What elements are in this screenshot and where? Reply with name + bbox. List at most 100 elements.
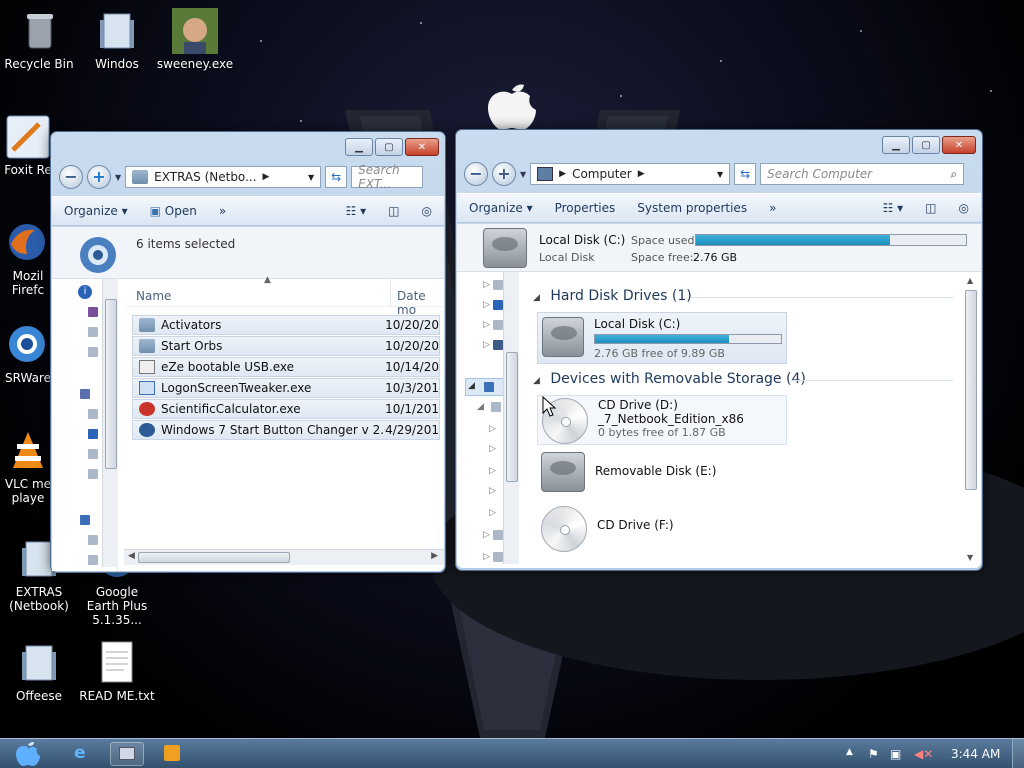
desktop-icon-readme[interactable]: READ ME.txt <box>78 640 156 703</box>
back-button[interactable]: − <box>464 162 488 186</box>
desktop-icon-firefox[interactable]: Mozil Firefc <box>0 220 56 297</box>
firefox-icon <box>5 220 51 266</box>
drive-item-d[interactable]: CD Drive (D:) _7_Netbook_Edition_x86 0 b… <box>537 395 787 445</box>
desktop-icon-foxit[interactable]: Foxit Re <box>0 114 56 177</box>
desktop-icon-sweeney[interactable]: sweeney.exe <box>156 8 234 71</box>
breadcrumb-arrow-icon: ▶ <box>637 169 645 179</box>
scroll-left-icon[interactable]: ◀ <box>128 551 135 561</box>
cd-icon <box>541 506 587 552</box>
open-button[interactable]: ▣ Open <box>150 204 197 218</box>
close-button[interactable]: ✕ <box>405 138 439 156</box>
clock[interactable]: 3:44 AM <box>951 747 1000 761</box>
system-properties-button[interactable]: System properties <box>637 201 747 215</box>
taskbar-explorer-button[interactable] <box>110 742 144 766</box>
scroll-right-icon[interactable]: ▶ <box>431 551 438 561</box>
maximize-button[interactable]: ▢ <box>912 136 940 154</box>
help-icon[interactable]: ◎ <box>422 204 432 218</box>
scroll-up-icon[interactable]: ▲ <box>967 276 973 285</box>
nav-scroll-thumb[interactable] <box>105 299 117 469</box>
desktop-icon-recycle-bin[interactable]: Recycle Bin <box>0 8 78 71</box>
forward-button[interactable]: + <box>492 162 516 186</box>
preview-pane-icon[interactable]: ◫ <box>388 204 399 218</box>
group-header-removable-storage[interactable]: ◢ Devices with Removable Storage (4) <box>533 371 953 387</box>
toolbar-more-button[interactable]: » <box>769 201 776 215</box>
file-row[interactable]: Start Orbs 10/20/20 <box>132 336 440 356</box>
column-header-date[interactable]: Date mo <box>397 289 444 317</box>
nav-scrollbar[interactable] <box>102 279 118 567</box>
views-icon[interactable]: ☷ ▾ <box>883 201 904 215</box>
help-icon[interactable]: ◎ <box>959 201 969 215</box>
refresh-button[interactable]: ⇆ <box>325 166 348 188</box>
organize-button[interactable]: Organize ▾ <box>64 204 128 218</box>
taskbar-media-button[interactable] <box>158 742 188 766</box>
network-icon[interactable]: ▣ <box>890 747 901 761</box>
close-button[interactable]: ✕ <box>942 136 976 154</box>
refresh-button[interactable]: ⇆ <box>734 163 757 185</box>
drive-item-c[interactable]: Local Disk (C:) 2.76 GB free of 9.89 GB <box>537 312 787 364</box>
search-input[interactable]: Search EXT... <box>351 163 424 191</box>
address-path: Computer <box>572 167 632 181</box>
desktop-icon-offeese[interactable]: Offeese <box>0 640 78 703</box>
column-headers: ▲ Name Date mo <box>124 275 444 317</box>
desktop-icon-vlc[interactable]: VLC me playe <box>0 428 56 505</box>
forward-button[interactable]: + <box>87 165 111 189</box>
drive-item-e[interactable]: Removable Disk (E:) <box>541 452 716 492</box>
minimize-button[interactable]: ▁ <box>882 136 910 154</box>
computer-icon <box>537 167 554 181</box>
desktop-icon-srware[interactable]: SRWare <box>0 322 56 385</box>
file-row[interactable]: ScientificCalculator.exe 10/1/201 <box>132 399 440 419</box>
start-button-apple-icon[interactable] <box>10 739 46 768</box>
taskbar-ie-button[interactable]: e <box>64 742 104 766</box>
desktop-icon-windos[interactable]: Windos <box>78 8 156 71</box>
preview-pane-icon[interactable]: ◫ <box>925 201 936 215</box>
address-bar[interactable]: EXTRAS (Netbo... ▶ ▼ <box>125 166 322 188</box>
nav-scrollbar[interactable] <box>503 272 519 564</box>
folder-icon <box>132 170 149 184</box>
desktop-icon-label: Offeese <box>15 689 63 703</box>
group-header-hard-disk-drives[interactable]: ◢ Hard Disk Drives (1) <box>533 288 953 304</box>
details-drive-name: Local Disk (C:) <box>539 233 626 247</box>
desktop-icon-label: sweeney.exe <box>156 57 234 71</box>
foxit-reader-icon <box>5 114 51 160</box>
file-row[interactable]: LogonScreenTweaker.exe 10/3/201 <box>132 378 440 398</box>
organize-button[interactable]: Organize ▾ <box>469 201 533 215</box>
show-hidden-icons-icon[interactable]: ▲ <box>846 747 853 757</box>
toolbar: Organize ▾ ▣ Open » ☷ ▾ ◫ ◎ <box>52 196 444 226</box>
collapse-icon[interactable]: ◢ <box>533 293 540 303</box>
search-input[interactable]: Search Computer ⌕ <box>760 163 965 185</box>
organize-label: Organize <box>64 204 118 218</box>
nav-scroll-thumb[interactable] <box>506 352 518 482</box>
views-icon[interactable]: ☷ ▾ <box>346 204 367 218</box>
action-center-icon[interactable]: ⚑ <box>868 747 879 761</box>
recent-pages-chevron-icon[interactable]: ▼ <box>520 170 526 179</box>
address-bar[interactable]: ▶ Computer ▶ ▼ <box>530 163 731 185</box>
search-placeholder: Search Computer <box>767 167 873 181</box>
file-date: 4/29/201 <box>385 423 439 437</box>
file-row[interactable]: Windows 7 Start Button Changer v 2.6.exe… <box>132 420 440 440</box>
content-scrollbar[interactable]: ▲ ▼ <box>963 276 979 564</box>
scroll-down-icon[interactable]: ▼ <box>967 553 973 562</box>
file-row[interactable]: eZe bootable USB.exe 10/14/20 <box>132 357 440 377</box>
drive-name: CD Drive (F:) <box>597 518 674 532</box>
show-desktop-button[interactable] <box>1012 739 1024 768</box>
recent-pages-chevron-icon[interactable]: ▼ <box>115 173 121 182</box>
toolbar-more-button[interactable]: » <box>219 204 226 218</box>
file-name: Activators <box>161 318 222 332</box>
column-header-name[interactable]: Name <box>136 289 171 303</box>
horizontal-scrollbar[interactable]: ◀ ▶ <box>124 549 444 565</box>
back-button[interactable]: − <box>59 165 83 189</box>
volume-icon[interactable]: ◀✕ <box>914 747 933 761</box>
file-name: LogonScreenTweaker.exe <box>161 381 312 395</box>
address-dropdown-icon[interactable]: ▼ <box>717 170 723 179</box>
h-scroll-thumb[interactable] <box>138 552 290 563</box>
collapse-icon[interactable]: ◢ <box>533 376 540 386</box>
minimize-button[interactable]: ▁ <box>345 138 373 156</box>
address-dropdown-icon[interactable]: ▼ <box>308 173 314 182</box>
content-scroll-thumb[interactable] <box>965 290 977 490</box>
maximize-button[interactable]: ▢ <box>375 138 403 156</box>
desktop-icon-label: Google Earth Plus 5.1.35... <box>86 585 148 627</box>
explorer-icon <box>119 747 135 760</box>
drive-item-f[interactable]: CD Drive (F:) <box>541 506 674 552</box>
file-row[interactable]: Activators 10/20/20 <box>132 315 440 335</box>
properties-button[interactable]: Properties <box>555 201 616 215</box>
